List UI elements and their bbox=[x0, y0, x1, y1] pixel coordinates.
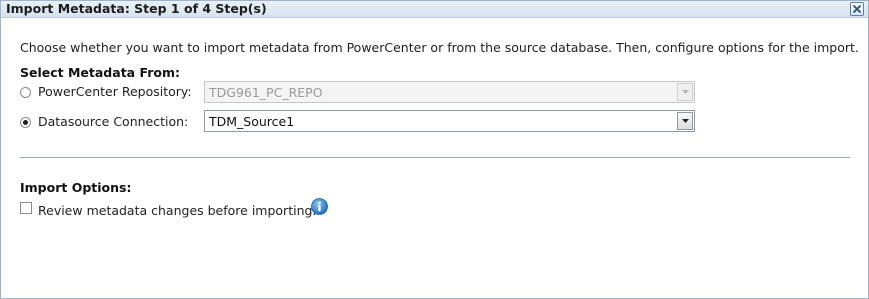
powercenter-repository-select: TDG961_PC_REPO bbox=[204, 81, 695, 103]
select-metadata-label: Select Metadata From: bbox=[20, 65, 180, 80]
powercenter-radio[interactable] bbox=[20, 86, 31, 98]
datasource-connection-select[interactable]: TDM_Source1 bbox=[204, 110, 695, 132]
import-metadata-dialog: Import Metadata: Step 1 of 4 Step(s) Cho… bbox=[0, 0, 869, 299]
section-divider bbox=[20, 157, 850, 158]
datasource-connection-value: TDM_Source1 bbox=[209, 114, 295, 129]
dialog-title: Import Metadata: Step 1 of 4 Step(s) bbox=[6, 1, 267, 16]
powercenter-option[interactable]: PowerCenter Repository: bbox=[20, 81, 192, 103]
datasource-label: Datasource Connection: bbox=[38, 114, 189, 129]
dialog-content: Choose whether you want to import metada… bbox=[1, 18, 868, 298]
dialog-titlebar: Import Metadata: Step 1 of 4 Step(s) bbox=[1, 1, 868, 18]
powercenter-repository-value: TDG961_PC_REPO bbox=[209, 85, 323, 100]
chevron-down-icon bbox=[677, 83, 693, 101]
info-icon[interactable] bbox=[311, 198, 328, 215]
import-options-label: Import Options: bbox=[20, 180, 132, 195]
review-changes-checkbox[interactable] bbox=[20, 202, 32, 214]
description-text: Choose whether you want to import metada… bbox=[20, 40, 859, 55]
close-icon bbox=[853, 5, 861, 13]
datasource-option[interactable]: Datasource Connection: bbox=[20, 111, 188, 133]
close-button[interactable] bbox=[850, 2, 864, 16]
powercenter-label: PowerCenter Repository: bbox=[38, 84, 192, 99]
datasource-radio[interactable] bbox=[20, 116, 31, 128]
chevron-down-icon[interactable] bbox=[677, 112, 693, 130]
review-changes-label: Review metadata changes before importing… bbox=[38, 203, 317, 218]
